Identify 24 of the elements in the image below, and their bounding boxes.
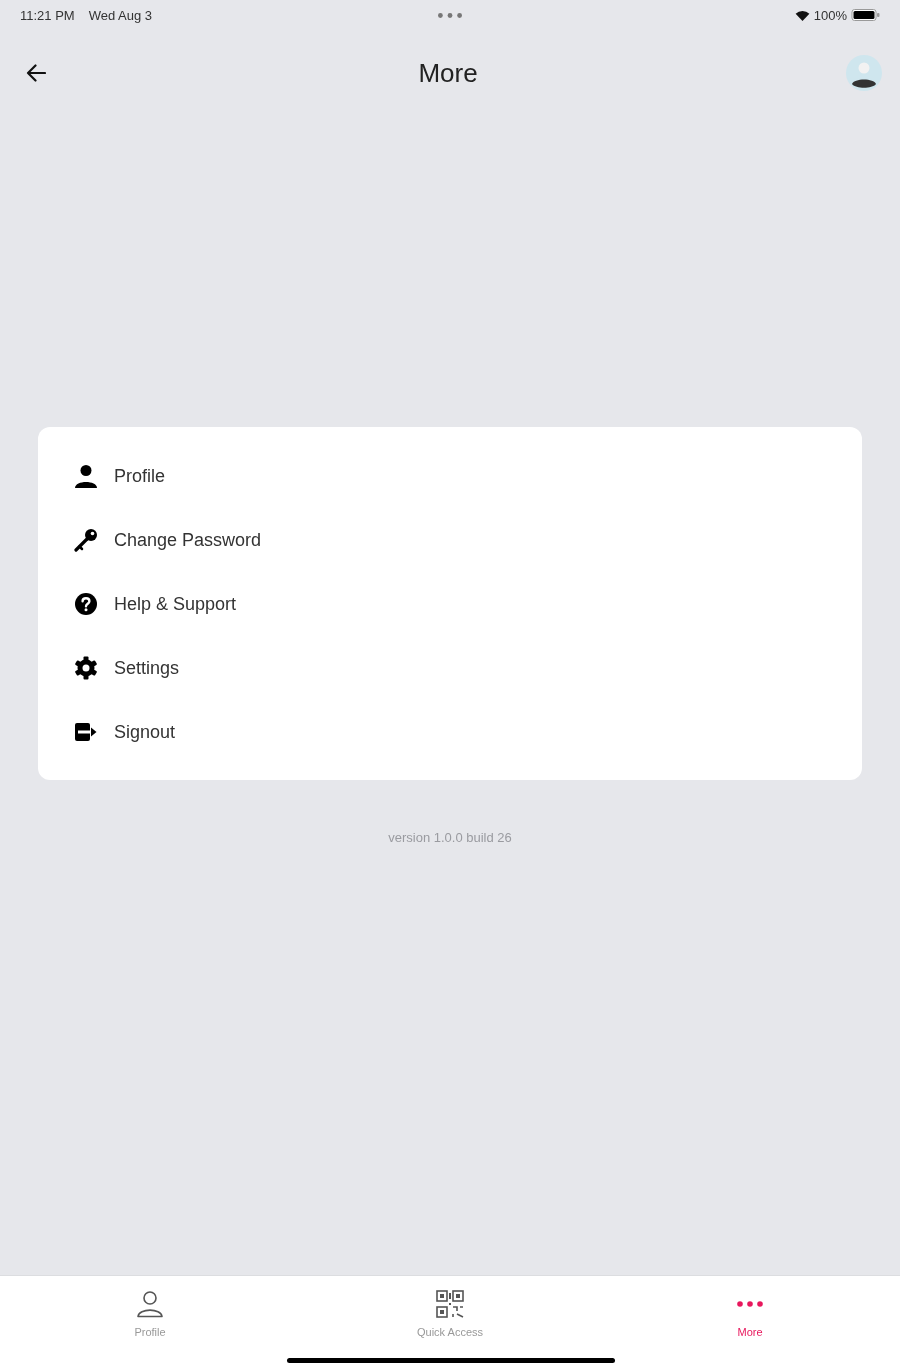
status-date: Wed Aug 3: [88, 7, 153, 23]
menu-item[interactable]: Profile: [74, 444, 174, 508]
menu-item[interactable]: Settings: [74, 636, 188, 700]
menu-item[interactable]: Change Password: [74, 508, 270, 572]
qr-code-icon: [436, 1290, 464, 1318]
help-icon: [74, 592, 98, 616]
back-arrow-icon: [26, 64, 46, 82]
wifi-icon: [794, 9, 810, 21]
page-title: More: [418, 57, 478, 89]
more-dots-icon: [736, 1301, 764, 1307]
exit-icon: [74, 720, 98, 744]
person-icon: [74, 464, 98, 488]
status-time: 11:21 PM: [20, 7, 75, 23]
avatar-icon[interactable]: [846, 55, 882, 91]
person-outline-icon: [136, 1290, 164, 1318]
settings-icon: [74, 656, 98, 680]
key-icon: [74, 528, 98, 552]
tab-item[interactable]: More: [600, 1276, 900, 1346]
menu-item[interactable]: Signout: [74, 700, 184, 764]
battery-icon: [851, 9, 880, 21]
battery-percent: 100%: [813, 7, 847, 23]
dots-icon: [438, 12, 462, 18]
version-text: version 1.0.0 build 26: [388, 830, 512, 845]
menu-item[interactable]: Help & Support: [74, 572, 245, 636]
